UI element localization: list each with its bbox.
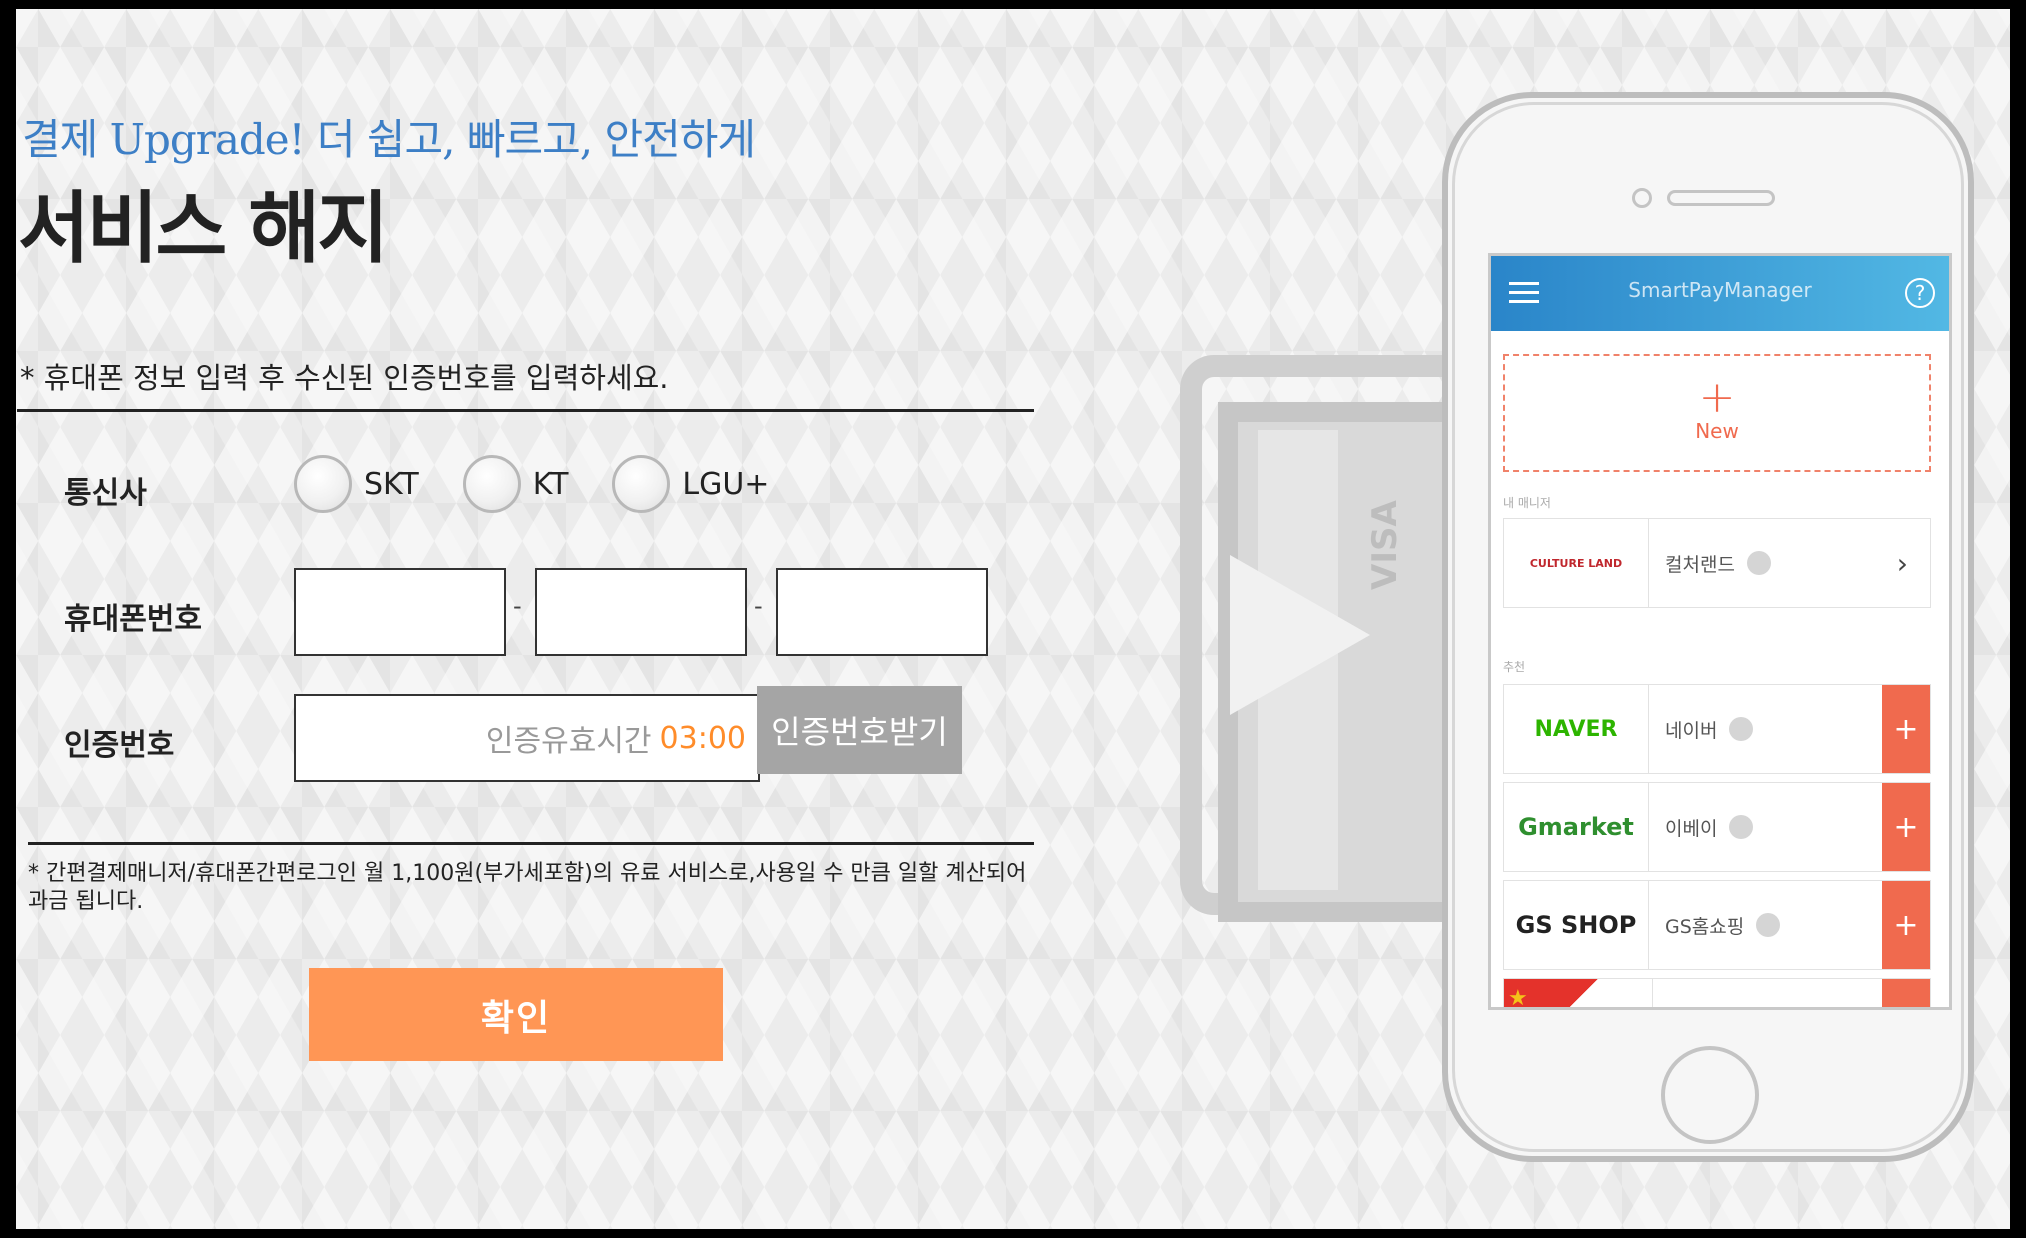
gsshop-name: GS홈쇼핑 (1649, 912, 1882, 939)
add-plus-icon: + (1882, 685, 1930, 773)
phone-number-label: 휴대폰번호 (64, 602, 202, 637)
carrier-radio-group: SKT KT LGU+ (294, 455, 813, 513)
add-plus-icon: + (1882, 783, 1930, 871)
naver-logo: NAVER (1504, 685, 1649, 773)
carrier-label: 통신사 (64, 476, 147, 511)
user-icon (1756, 913, 1781, 937)
confirm-button[interactable]: 확인 (309, 968, 723, 1061)
list-item-label: 이베이 (1665, 817, 1718, 840)
gsshop-logo: GS SHOP (1504, 881, 1649, 969)
list-item-cultureland: CULTURE LAND 컬처랜드 › (1503, 518, 1931, 608)
list-item-gmarket: Gmarket 이베이 + (1503, 782, 1931, 872)
page-subtitle: 결제 Upgrade! 더 쉽고, 빠르고, 안전하게 (22, 115, 756, 164)
radio-lgu-label: LGU+ (682, 466, 770, 502)
star-icon: ★ (1504, 979, 1653, 1007)
list-item-label: 컬처랜드 (1665, 553, 1735, 576)
fee-notice: * 간편결제매니저/휴대폰간편로그인 월 1,100원(부가세포함)의 유료 서… (28, 861, 1027, 914)
list-item-label: 네이버 (1665, 719, 1718, 742)
naver-name: 네이버 (1649, 716, 1882, 743)
phone-field-2[interactable] (535, 568, 747, 656)
new-manager-box: + New (1503, 354, 1931, 472)
divider-bottom (28, 842, 1034, 845)
list-item-gsshop: GS SHOP GS홈쇼핑 + (1503, 880, 1931, 970)
user-icon (1746, 551, 1771, 575)
radio-skt[interactable] (294, 455, 352, 513)
cultureland-name: 컬처랜드 (1649, 550, 1897, 577)
phone-screen: SmartPayManager ? + New 내 매니저 CULTURE LA… (1488, 253, 1952, 1010)
list-item-naver: NAVER 네이버 + (1503, 684, 1931, 774)
new-label: New (1695, 419, 1739, 443)
section-my-manager: 내 매니저 (1503, 496, 1551, 510)
timer-label: 인증유효시간 (485, 724, 652, 759)
form-instruction: * 휴대폰 정보 입력 후 수신된 인증번호를 입력하세요. (20, 361, 669, 395)
radio-skt-label: SKT (364, 466, 419, 502)
chevron-right-icon: › (1896, 546, 1908, 580)
speaker-icon (1667, 190, 1775, 206)
add-plus-icon (1882, 979, 1930, 1007)
cultureland-logo: CULTURE LAND (1504, 519, 1649, 607)
auth-code-label: 인증번호 (64, 728, 175, 763)
phone-separator-1: - (513, 592, 522, 620)
list-item-label: GS홈쇼핑 (1665, 915, 1745, 938)
visa-logo: VISA (1365, 500, 1405, 590)
phone-field-3[interactable] (776, 568, 988, 656)
radio-lgu[interactable] (612, 455, 671, 513)
camera-icon (1632, 188, 1652, 208)
app-header: SmartPayManager ? (1491, 256, 1949, 331)
home-button-icon (1661, 1046, 1759, 1144)
request-auth-code-button[interactable]: 인증번호받기 (757, 686, 962, 774)
phone-field-1[interactable] (294, 568, 506, 656)
timer-value: 03:00 (659, 720, 746, 756)
minus-icon (1729, 717, 1754, 741)
radio-kt-label: KT (532, 466, 569, 502)
page-title: 서비스 해지 (18, 184, 389, 274)
add-plus-icon: + (1882, 881, 1930, 969)
section-recommend: 추천 (1503, 660, 1526, 674)
gmarket-name: 이베이 (1649, 814, 1882, 841)
radio-kt[interactable] (462, 455, 521, 513)
arrow-right-icon (1230, 555, 1370, 715)
app-title: SmartPayManager (1628, 278, 1812, 302)
help-icon: ? (1905, 278, 1935, 308)
list-item-partial: ★ (1503, 978, 1931, 1007)
gmarket-logo: Gmarket (1504, 783, 1649, 871)
phone-separator-2: - (754, 592, 763, 620)
divider-top (17, 409, 1034, 412)
auth-code-input[interactable]: 인증유효시간 03:00 (294, 694, 760, 782)
plus-icon: + (1698, 372, 1736, 423)
minus-icon (1729, 815, 1754, 839)
